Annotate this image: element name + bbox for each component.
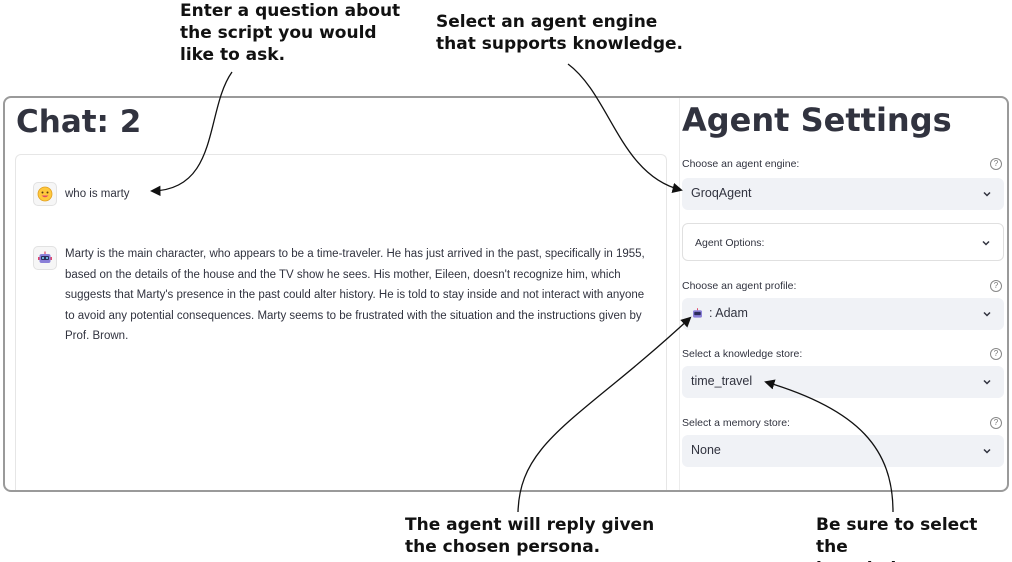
memory-select-value: None bbox=[691, 443, 721, 457]
profile-name: : Adam bbox=[709, 306, 748, 320]
chat-title: Chat: 2 bbox=[16, 104, 142, 140]
profile-select[interactable]: : Adam bbox=[682, 298, 1004, 330]
question-circle-icon[interactable]: ? bbox=[990, 280, 1002, 292]
chevron-down-icon bbox=[982, 240, 990, 246]
user-message: who is marty bbox=[33, 182, 130, 206]
scrollbar-stub[interactable] bbox=[5, 490, 89, 492]
knowledge-label: Select a knowledge store: bbox=[682, 348, 803, 360]
question-circle-icon[interactable]: ? bbox=[990, 158, 1002, 170]
robot-icon bbox=[33, 246, 57, 270]
knowledge-select[interactable]: time_travel bbox=[682, 366, 1004, 398]
memory-select[interactable]: None bbox=[682, 435, 1004, 467]
user-face-icon bbox=[33, 182, 57, 206]
question-circle-icon[interactable]: ? bbox=[990, 348, 1002, 360]
annotation-persona: The agent will reply given the chosen pe… bbox=[405, 515, 655, 557]
annotation-engine: Select an agent engine that supports kno… bbox=[436, 12, 684, 54]
robot-icon bbox=[693, 308, 702, 318]
engine-label: Choose an agent engine: bbox=[682, 158, 800, 170]
chevron-down-icon bbox=[983, 448, 991, 454]
chevron-down-icon bbox=[983, 311, 991, 317]
agent-options-expander[interactable]: Agent Options: bbox=[682, 223, 1004, 261]
knowledge-select-value: time_travel bbox=[691, 374, 753, 388]
user-message-text: who is marty bbox=[65, 188, 130, 200]
agent-options-label: Agent Options: bbox=[695, 237, 765, 249]
assistant-message: Marty is the main character, who appears… bbox=[33, 246, 650, 347]
assistant-message-text: Marty is the main character, who appears… bbox=[65, 248, 645, 342]
annotation-knowledge-store: Be sure to select the knowledge store. bbox=[816, 515, 982, 562]
app-window: Chat: 2 who is marty Marty is the main c… bbox=[3, 96, 1009, 492]
engine-select[interactable]: GroqAgent bbox=[682, 178, 1004, 210]
profile-label: Choose an agent profile: bbox=[682, 280, 797, 292]
settings-title: Agent Settings bbox=[682, 101, 952, 139]
profile-select-value: : Adam bbox=[691, 306, 748, 320]
annotation-question: Enter a question about the script you wo… bbox=[180, 1, 401, 65]
engine-select-value: GroqAgent bbox=[691, 186, 752, 200]
chevron-down-icon bbox=[983, 191, 991, 197]
question-circle-icon[interactable]: ? bbox=[990, 417, 1002, 429]
chevron-down-icon bbox=[983, 379, 991, 385]
memory-label: Select a memory store: bbox=[682, 417, 790, 429]
agent-settings-panel: Agent Settings Choose an agent engine: ?… bbox=[679, 98, 1007, 490]
